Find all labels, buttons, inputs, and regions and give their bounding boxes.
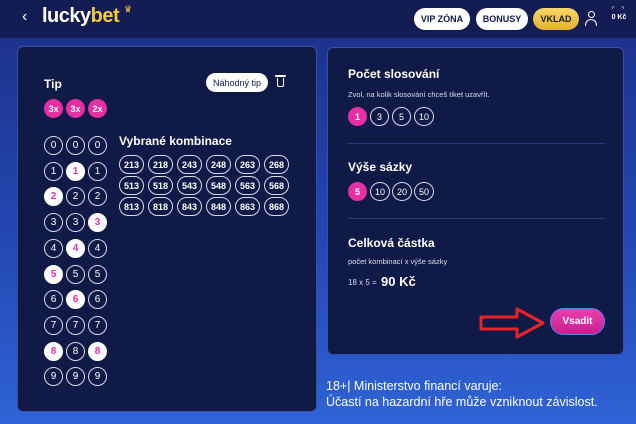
divider — [348, 143, 605, 144]
total-subtitle: počet kombinací x výše sázky — [348, 257, 448, 266]
total-calculation: 18 x 5 = — [348, 278, 377, 287]
number-ball[interactable]: 5 — [66, 265, 85, 284]
number-ball[interactable]: 5 — [88, 265, 107, 284]
number-ball[interactable]: 4 — [44, 239, 63, 258]
user-icon[interactable] — [584, 11, 598, 27]
draws-option[interactable]: 5 — [392, 107, 411, 126]
combination-chip: 868 — [264, 197, 289, 216]
bet-button[interactable]: Vsadit — [550, 308, 605, 335]
number-ball[interactable]: 8 — [44, 342, 63, 361]
chevron-left-icon[interactable]: ‹ — [22, 8, 27, 26]
number-ball[interactable]: 6 — [88, 290, 107, 309]
warning-line-2: Účastí na hazardní hře může vzniknout zá… — [326, 395, 598, 409]
number-ball[interactable]: 6 — [44, 290, 63, 309]
multiplier-badge: 2x — [88, 99, 107, 118]
combination-chip: 263 — [235, 155, 260, 174]
draws-title: Počet slosování — [348, 67, 440, 81]
random-tip-button[interactable]: Náhodný tip — [206, 73, 268, 92]
stake-option[interactable]: 10 — [370, 182, 390, 201]
number-ball[interactable]: 0 — [88, 136, 107, 155]
combination-chip: 243 — [177, 155, 202, 174]
draws-subtitle: Zvol, na kolik slosování chceš tiket uza… — [348, 90, 490, 99]
number-ball[interactable]: 9 — [44, 367, 63, 386]
number-ball[interactable]: 8 — [66, 342, 85, 361]
combination-chip: 518 — [148, 176, 173, 195]
number-ball[interactable]: 0 — [44, 136, 63, 155]
combination-chip: 543 — [177, 176, 202, 195]
combination-chip: 548 — [206, 176, 231, 195]
combination-chip: 563 — [235, 176, 260, 195]
combination-chip: 848 — [206, 197, 231, 216]
number-ball[interactable]: 7 — [66, 316, 85, 335]
luckybet-logo[interactable]: luckybet ♛ — [42, 4, 132, 28]
stake-option[interactable]: 20 — [392, 182, 412, 201]
combination-chip: 248 — [206, 155, 231, 174]
number-ball[interactable]: 7 — [88, 316, 107, 335]
draws-option[interactable]: 10 — [414, 107, 434, 126]
draws-option[interactable]: 1 — [348, 107, 367, 126]
trash-icon[interactable] — [275, 74, 286, 88]
combination-chip: 268 — [264, 155, 289, 174]
number-ball[interactable]: 2 — [66, 187, 85, 206]
number-ball[interactable]: 3 — [66, 213, 85, 232]
number-ball[interactable]: 2 — [88, 187, 107, 206]
number-ball[interactable]: 2 — [44, 187, 63, 206]
multiplier-badge: 3x — [66, 99, 85, 118]
number-ball[interactable]: 1 — [44, 162, 63, 181]
combination-chip: 813 — [119, 197, 144, 216]
arrow-annotation-icon — [479, 307, 545, 339]
number-ball[interactable]: 0 — [66, 136, 85, 155]
number-ball[interactable]: 3 — [88, 213, 107, 232]
number-ball[interactable]: 1 — [88, 162, 107, 181]
number-ball[interactable]: 4 — [66, 239, 85, 258]
number-ball[interactable]: 5 — [44, 265, 63, 284]
warning-line-1: 18+| Ministerstvo financí varuje: — [326, 379, 502, 393]
combination-chip: 213 — [119, 155, 144, 174]
number-ball[interactable]: 8 — [88, 342, 107, 361]
number-ball[interactable]: 3 — [44, 213, 63, 232]
settings-panel: Počet slosování Zvol, na kolik slosování… — [327, 47, 624, 355]
wallet-icon: ⌜ ⌝ — [611, 7, 627, 14]
stake-option[interactable]: 5 — [348, 182, 367, 201]
deposit-button[interactable]: VKLAD — [533, 8, 579, 30]
crown-icon: ♛ — [124, 4, 132, 14]
combinations-title: Vybrané kombinace — [119, 134, 232, 148]
combination-chip: 863 — [235, 197, 260, 216]
number-ball[interactable]: 9 — [66, 367, 85, 386]
stake-title: Výše sázky — [348, 160, 413, 174]
combination-chip: 218 — [148, 155, 173, 174]
gambling-warning: 18+| Ministerstvo financí varuje: Účastí… — [326, 378, 636, 410]
number-ball[interactable]: 9 — [88, 367, 107, 386]
total-title: Celková částka — [348, 236, 435, 250]
number-ball[interactable]: 7 — [44, 316, 63, 335]
balance-display[interactable]: ⌜ ⌝ 0 Kč — [604, 6, 634, 21]
tip-label: Tip — [44, 77, 62, 91]
number-ball[interactable]: 4 — [88, 239, 107, 258]
draws-option[interactable]: 3 — [370, 107, 389, 126]
ticket-panel: Tip Náhodný tip 3x 3x 2x 012345678901234… — [17, 46, 317, 412]
total-amount: 90 Kč — [381, 274, 416, 289]
divider — [348, 218, 605, 219]
multiplier-badge: 3x — [44, 99, 63, 118]
top-bar: ‹ luckybet ♛ VIP ZÓNA BONUSY VKLAD ⌜ ⌝ 0… — [0, 0, 636, 38]
combination-chip: 568 — [264, 176, 289, 195]
balance-amount: 0 Kč — [611, 14, 627, 21]
stake-option[interactable]: 50 — [414, 182, 434, 201]
number-ball[interactable]: 1 — [66, 162, 85, 181]
bonus-button[interactable]: BONUSY — [476, 8, 528, 30]
vip-zone-button[interactable]: VIP ZÓNA — [414, 8, 470, 30]
combination-chip: 843 — [177, 197, 202, 216]
combination-chip: 513 — [119, 176, 144, 195]
combination-chip: 818 — [148, 197, 173, 216]
number-ball[interactable]: 6 — [66, 290, 85, 309]
